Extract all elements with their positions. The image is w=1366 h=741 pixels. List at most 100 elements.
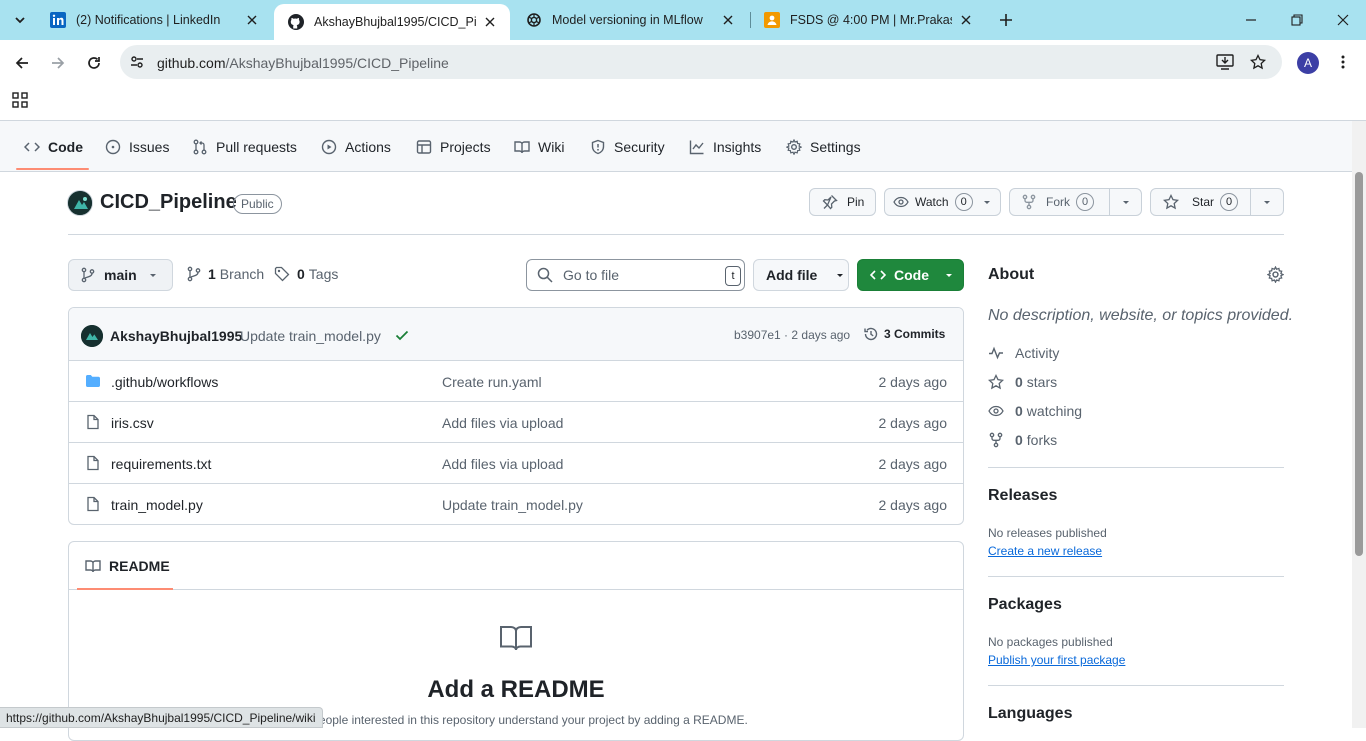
stars-link[interactable]: 0 stars bbox=[988, 374, 1057, 390]
tags-link[interactable]: 0 Tags bbox=[274, 266, 338, 282]
site-info-icon[interactable] bbox=[128, 53, 146, 71]
owner-avatar[interactable] bbox=[67, 190, 93, 216]
file-commit-message[interactable]: Create run.yaml bbox=[442, 374, 542, 390]
branch-selector[interactable]: main bbox=[68, 259, 173, 291]
back-button[interactable] bbox=[8, 49, 36, 77]
keyboard-shortcut-hint: t bbox=[725, 266, 741, 286]
close-tab-icon[interactable] bbox=[958, 12, 974, 28]
file-commit-message[interactable]: Add files via upload bbox=[442, 415, 563, 431]
watching-count: 0 bbox=[1015, 403, 1023, 419]
pin-button[interactable]: Pin bbox=[809, 188, 876, 216]
tab-search-button[interactable] bbox=[6, 8, 34, 32]
file-name[interactable]: iris.csv bbox=[111, 415, 154, 431]
create-release-link[interactable]: Create a new release bbox=[988, 544, 1102, 558]
about-heading: About bbox=[988, 266, 1035, 283]
releases-heading[interactable]: Releases bbox=[988, 487, 1057, 505]
fork-button[interactable]: Fork 0 bbox=[1009, 188, 1110, 216]
close-window-button[interactable] bbox=[1320, 0, 1366, 40]
gear-icon[interactable] bbox=[1267, 266, 1284, 283]
browser-tab-linkedin[interactable]: (2) Notifications | LinkedIn bbox=[36, 0, 272, 40]
publish-package-link[interactable]: Publish your first package bbox=[988, 653, 1125, 667]
url-text[interactable]: github.com/AkshayBhujbal1995/CICD_Pipeli… bbox=[157, 55, 449, 71]
install-app-icon[interactable] bbox=[1216, 54, 1234, 70]
book-icon bbox=[85, 560, 101, 573]
forks-link[interactable]: 0 forks bbox=[988, 432, 1057, 448]
file-commit-message[interactable]: Add files via upload bbox=[442, 456, 563, 472]
browser-tab-mlflow[interactable]: Model versioning in MLflow bbox=[512, 0, 748, 40]
table-row[interactable]: train_model.py Update train_model.py 2 d… bbox=[69, 484, 963, 524]
branches-link[interactable]: 1 Branch bbox=[187, 266, 264, 282]
commit-author[interactable]: AkshayBhujbal1995 bbox=[110, 328, 242, 344]
tab-pull-requests[interactable]: Pull requests bbox=[192, 131, 297, 163]
add-file-label: Add file bbox=[766, 267, 818, 283]
tab-actions[interactable]: Actions bbox=[321, 131, 391, 163]
browser-tab-github[interactable]: AkshayBhujbal1995/CICD_Pipeline bbox=[274, 4, 510, 40]
file-name[interactable]: train_model.py bbox=[111, 497, 203, 513]
tab-code[interactable]: Code bbox=[24, 131, 83, 163]
close-tab-icon[interactable] bbox=[720, 12, 736, 28]
file-commit-message[interactable]: Update train_model.py bbox=[442, 497, 583, 513]
tab-settings[interactable]: Settings bbox=[786, 131, 861, 163]
table-row[interactable]: .github/workflows Create run.yaml 2 days… bbox=[69, 361, 963, 402]
bookmark-star-icon[interactable] bbox=[1250, 54, 1266, 70]
watching-link[interactable]: 0 watching bbox=[988, 403, 1082, 419]
activity-label: Activity bbox=[1015, 345, 1060, 361]
history-icon bbox=[864, 327, 878, 341]
star-button[interactable]: Star 0 bbox=[1150, 188, 1251, 216]
packages-heading[interactable]: Packages bbox=[988, 596, 1062, 614]
forward-button[interactable] bbox=[44, 49, 72, 77]
tab-security[interactable]: Security bbox=[590, 131, 665, 163]
sidebar-divider bbox=[988, 685, 1284, 686]
browser-tab-classroom[interactable]: FSDS @ 4:00 PM | Mr.Prakash Senapathi bbox=[750, 0, 986, 40]
readme-tab[interactable]: README bbox=[85, 558, 170, 574]
chevron-down-icon bbox=[15, 17, 25, 24]
table-row[interactable]: iris.csv Add files via upload 2 days ago bbox=[69, 402, 963, 443]
close-tab-icon[interactable] bbox=[482, 14, 498, 30]
tab-issues[interactable]: Issues bbox=[105, 131, 169, 163]
star-dropdown-button[interactable] bbox=[1250, 188, 1284, 216]
repo-name[interactable]: CICD_Pipeline bbox=[100, 191, 237, 214]
branch-word: Branch bbox=[219, 266, 265, 282]
check-icon[interactable] bbox=[394, 327, 410, 343]
go-to-file-input[interactable]: Go to file t bbox=[526, 259, 745, 291]
commit-message[interactable]: Update train_model.py bbox=[240, 328, 381, 344]
file-icon bbox=[85, 455, 101, 471]
file-name[interactable]: requirements.txt bbox=[111, 456, 211, 472]
file-age: 2 days ago bbox=[878, 374, 948, 390]
commit-hash-age[interactable]: b3907e1 · 2 days ago bbox=[734, 328, 850, 342]
tab-label: Issues bbox=[129, 139, 170, 155]
author-avatar[interactable] bbox=[81, 325, 103, 347]
browser-menu-icon[interactable] bbox=[1336, 54, 1350, 70]
graph-icon bbox=[689, 140, 704, 155]
restore-icon bbox=[1291, 14, 1303, 26]
file-age: 2 days ago bbox=[878, 415, 948, 431]
watch-button[interactable]: Watch 0 bbox=[884, 188, 1001, 216]
pull-request-icon bbox=[193, 139, 207, 155]
eye-icon bbox=[893, 196, 909, 208]
restore-button[interactable] bbox=[1274, 0, 1320, 40]
add-file-button[interactable]: Add file bbox=[753, 259, 849, 291]
close-tab-icon[interactable] bbox=[244, 12, 260, 28]
tab-wiki[interactable]: Wiki bbox=[514, 131, 564, 163]
profile-avatar[interactable]: A bbox=[1297, 52, 1319, 74]
tab-insights[interactable]: Insights bbox=[689, 131, 761, 163]
activity-link[interactable]: Activity bbox=[988, 345, 1059, 361]
minimize-button[interactable] bbox=[1228, 0, 1274, 40]
classroom-icon bbox=[764, 12, 780, 28]
caret-down-icon bbox=[1122, 201, 1129, 204]
fork-dropdown-button[interactable] bbox=[1109, 188, 1142, 216]
apps-grid-icon[interactable] bbox=[12, 92, 28, 108]
commit-count: 3 Commits bbox=[884, 327, 946, 341]
new-tab-button[interactable] bbox=[994, 8, 1018, 32]
scrollbar-thumb[interactable] bbox=[1355, 172, 1363, 556]
file-name[interactable]: .github/workflows bbox=[111, 374, 218, 390]
watching-word: watching bbox=[1026, 403, 1083, 419]
forks-count: 0 bbox=[1015, 432, 1023, 448]
fork-icon bbox=[989, 432, 1003, 448]
commits-link[interactable]: 3 Commits bbox=[863, 326, 945, 342]
table-row[interactable]: requirements.txt Add files via upload 2 … bbox=[69, 443, 963, 484]
visibility-badge: Public bbox=[233, 194, 282, 214]
reload-button[interactable] bbox=[80, 49, 108, 77]
code-button[interactable]: Code bbox=[857, 259, 964, 291]
tab-projects[interactable]: Projects bbox=[416, 131, 491, 163]
